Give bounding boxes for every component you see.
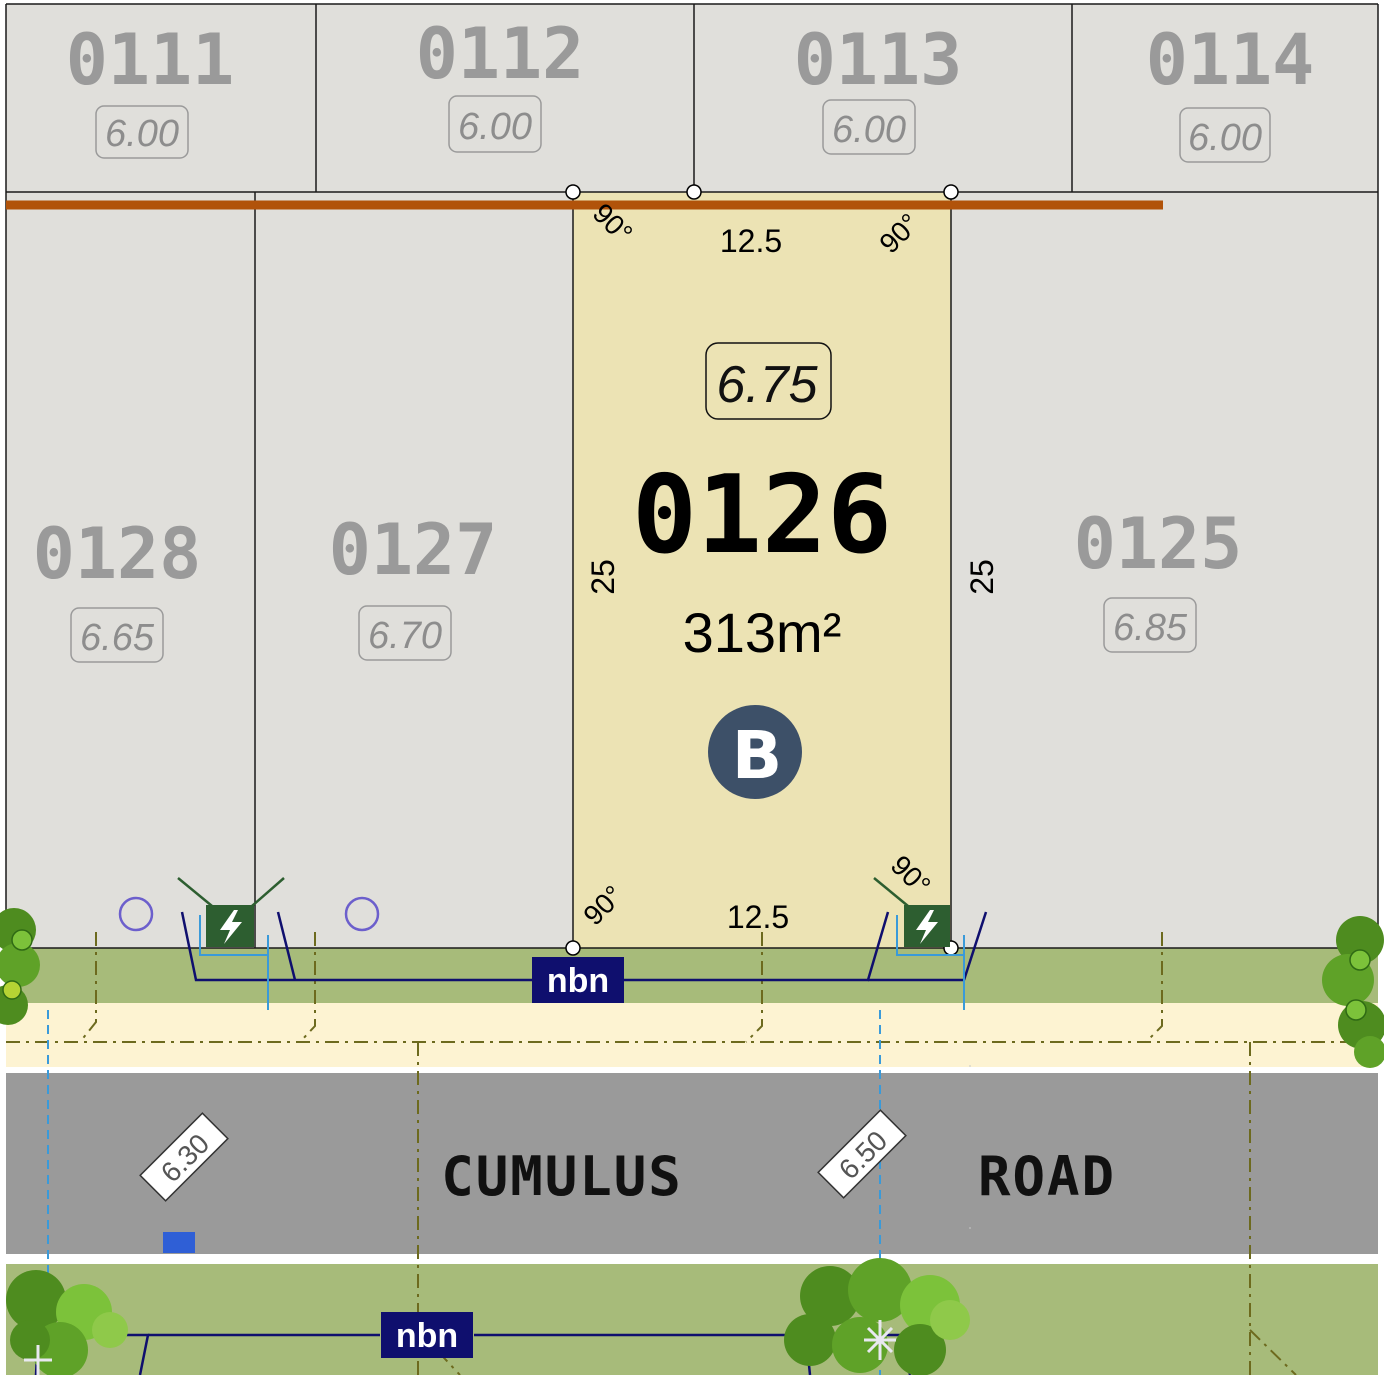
road-name-part2: ROAD: [978, 1145, 1116, 1208]
road-pavement: [6, 1073, 1378, 1254]
subdivision-plan-map: 0111 6.00 0112 6.00 0113 6.00 0114 6.00 …: [0, 0, 1384, 1375]
lot-0127-level: 6.70: [368, 615, 442, 657]
lot-0111-level: 6.00: [105, 113, 179, 155]
lot-0113-number: 0113: [794, 19, 963, 101]
lot-0128-number: 0128: [33, 513, 202, 595]
kerb-strip: [6, 1067, 1378, 1073]
footpath: [6, 1003, 1378, 1067]
lot-0114-number: 0114: [1146, 19, 1315, 101]
lot-0126-level: 6.75: [716, 356, 818, 414]
lot-0112-level: 6.00: [458, 106, 532, 148]
svg-text:nbn: nbn: [547, 962, 609, 1000]
nbn-badge-far: nbn: [381, 1312, 473, 1358]
svg-text:nbn: nbn: [396, 1317, 458, 1355]
lot-0112-number: 0112: [416, 13, 585, 95]
frontage-bottom-dimension: 12.5: [727, 899, 789, 935]
depth-left-dimension: 25: [585, 559, 621, 595]
lot-0111-number: 0111: [66, 19, 235, 101]
lot-0114-level: 6.00: [1188, 117, 1262, 159]
lot-0126-area-label: 313m²: [683, 601, 842, 664]
lot-0125-number: 0125: [1074, 503, 1243, 585]
lot-0128-level: 6.65: [80, 617, 155, 659]
lot-0125-level: 6.85: [1113, 607, 1188, 649]
nbn-badge-front: nbn: [532, 957, 624, 1003]
depth-right-dimension: 25: [964, 559, 1000, 595]
frontage-top-dimension: 12.5: [720, 223, 782, 259]
front-verge: [6, 948, 1378, 1003]
road-name-part1: CUMULUS: [441, 1145, 683, 1208]
lot-0113-level: 6.00: [832, 109, 906, 151]
lot-0126-number[interactable]: 0126: [632, 453, 892, 578]
lot-0127-number: 0127: [329, 509, 498, 591]
far-verge: [6, 1264, 1378, 1375]
road-edge-strip: [6, 1254, 1378, 1264]
lot-type-badge-letter: B: [732, 717, 782, 794]
road-drain-marker: [163, 1232, 195, 1253]
